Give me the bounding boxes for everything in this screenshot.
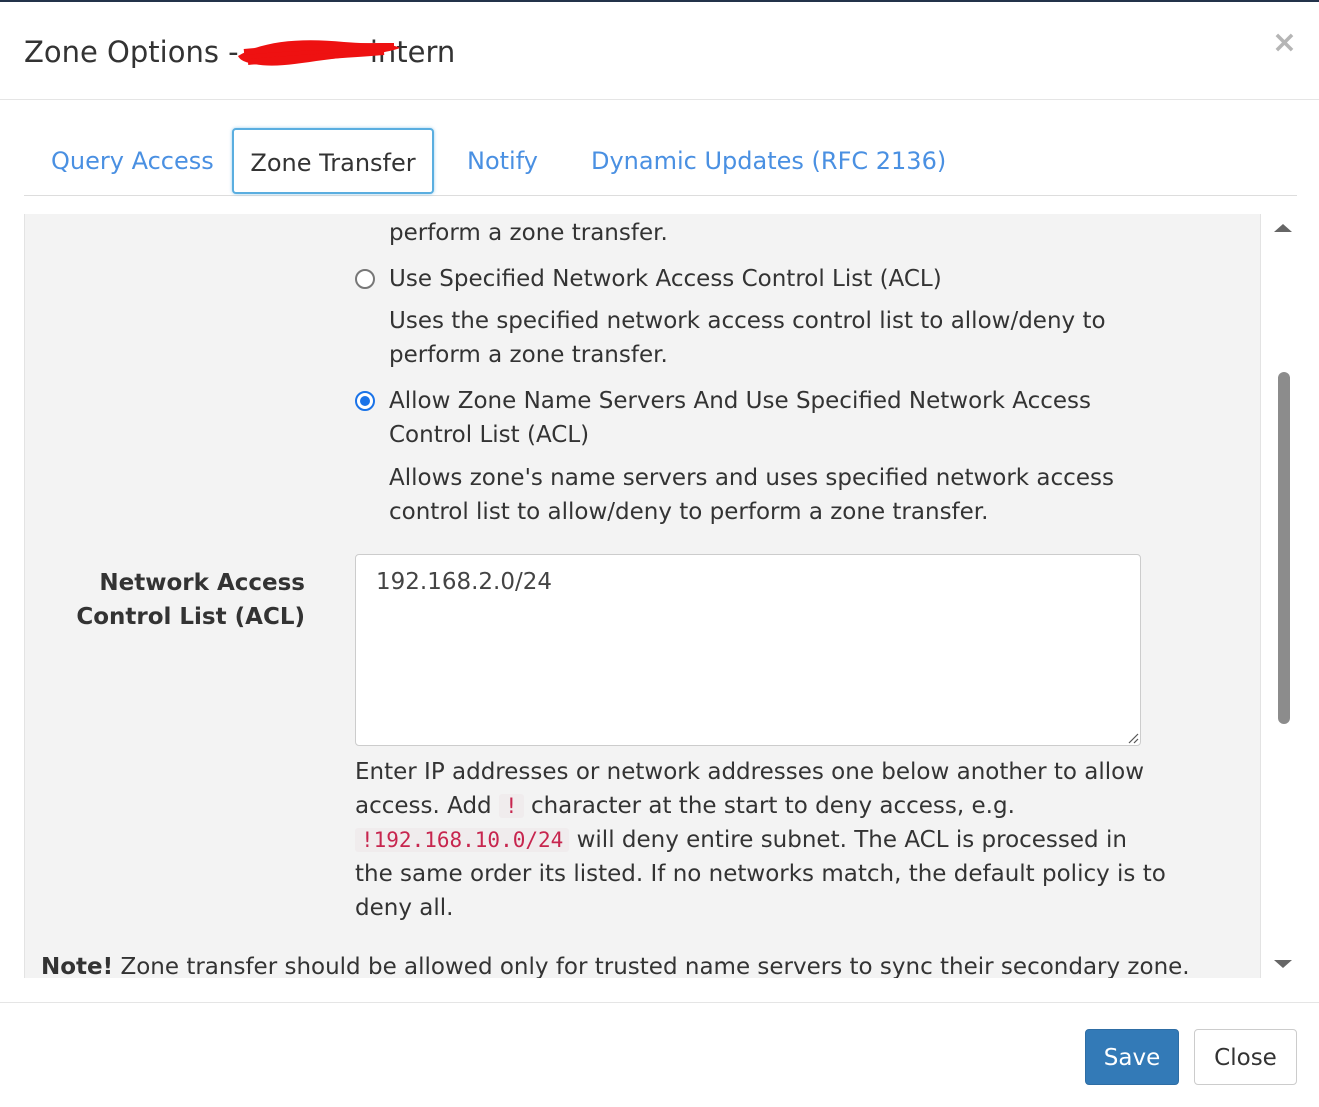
option-desc-allow-zone-ns-and-acl: Allows zone's name servers and uses spec…: [389, 465, 1114, 491]
code-snippet-bang: !: [498, 794, 524, 818]
acl-help-text: !192.168.10.0/24 will deny entire subnet…: [355, 823, 1127, 857]
note-text: Zone transfer should be allowed only for…: [120, 954, 1190, 978]
option-desc-use-specified-acl: perform a zone transfer.: [389, 342, 668, 368]
close-icon[interactable]: ×: [1272, 28, 1297, 58]
scroll-down-arrow-icon[interactable]: [1274, 960, 1292, 968]
zone-options-modal: Zone Options - intern × Query Access Zon…: [0, 0, 1319, 1105]
tab-notify[interactable]: Notify: [445, 128, 560, 194]
option-label-use-specified-acl[interactable]: Use Specified Network Access Control Lis…: [389, 262, 942, 296]
tab-query-access[interactable]: Query Access: [29, 128, 236, 194]
scroll-thumb[interactable]: [1278, 372, 1290, 724]
previous-option-description: perform a zone transfer.: [389, 220, 668, 246]
help-text: character at the start to deny access, e…: [530, 793, 1015, 819]
option-label-allow-zone-ns-and-acl[interactable]: Control List (ACL): [389, 418, 589, 452]
help-text: access. Add: [355, 793, 492, 819]
modal-header: Zone Options - intern ×: [0, 2, 1319, 100]
tab-dynamic-updates[interactable]: Dynamic Updates (RFC 2136): [569, 128, 968, 194]
acl-field-label: Network Access: [99, 570, 305, 596]
content-scrollbar[interactable]: [1268, 214, 1296, 978]
zone-transfer-panel[interactable]: perform a zone transfer. Use Specified N…: [24, 214, 1261, 978]
acl-help-text: deny all.: [355, 895, 454, 921]
radio-allow-zone-ns-and-acl[interactable]: [355, 391, 375, 411]
acl-help-text: access. Add ! character at the start to …: [355, 789, 1015, 823]
scroll-up-arrow-icon[interactable]: [1274, 224, 1292, 232]
redaction-scribble: [238, 40, 400, 66]
help-text: will deny entire subnet. The ACL is proc…: [576, 827, 1127, 853]
option-label-allow-zone-ns-and-acl[interactable]: Allow Zone Name Servers And Use Specifie…: [389, 384, 1091, 418]
modal-title-text: Zone Options -: [24, 35, 248, 69]
save-button[interactable]: Save: [1085, 1029, 1179, 1085]
acl-help-text: Enter IP addresses or network addresses …: [355, 759, 1145, 785]
zone-transfer-note: Note! Zone transfer should be allowed on…: [41, 950, 1190, 978]
option-desc-use-specified-acl: Uses the specified network access contro…: [389, 308, 1106, 334]
option-desc-allow-zone-ns-and-acl: control list to allow/deny to perform a …: [389, 499, 989, 525]
acl-help-text: the same order its listed. If no network…: [355, 861, 1166, 887]
acl-textarea[interactable]: 192.168.2.0/24: [355, 554, 1141, 746]
code-snippet-deny-example: !192.168.10.0/24: [355, 828, 570, 852]
modal-footer: Save Close: [0, 1002, 1319, 1107]
note-label: Note!: [41, 954, 114, 978]
radio-use-specified-acl[interactable]: [355, 269, 375, 289]
acl-field-label: Control List (ACL): [76, 604, 305, 630]
tab-bar: Query Access Zone Transfer Notify Dynami…: [24, 128, 1297, 196]
resize-grip-icon[interactable]: [1127, 732, 1139, 744]
tab-zone-transfer[interactable]: Zone Transfer: [232, 128, 434, 194]
close-button[interactable]: Close: [1194, 1029, 1297, 1085]
